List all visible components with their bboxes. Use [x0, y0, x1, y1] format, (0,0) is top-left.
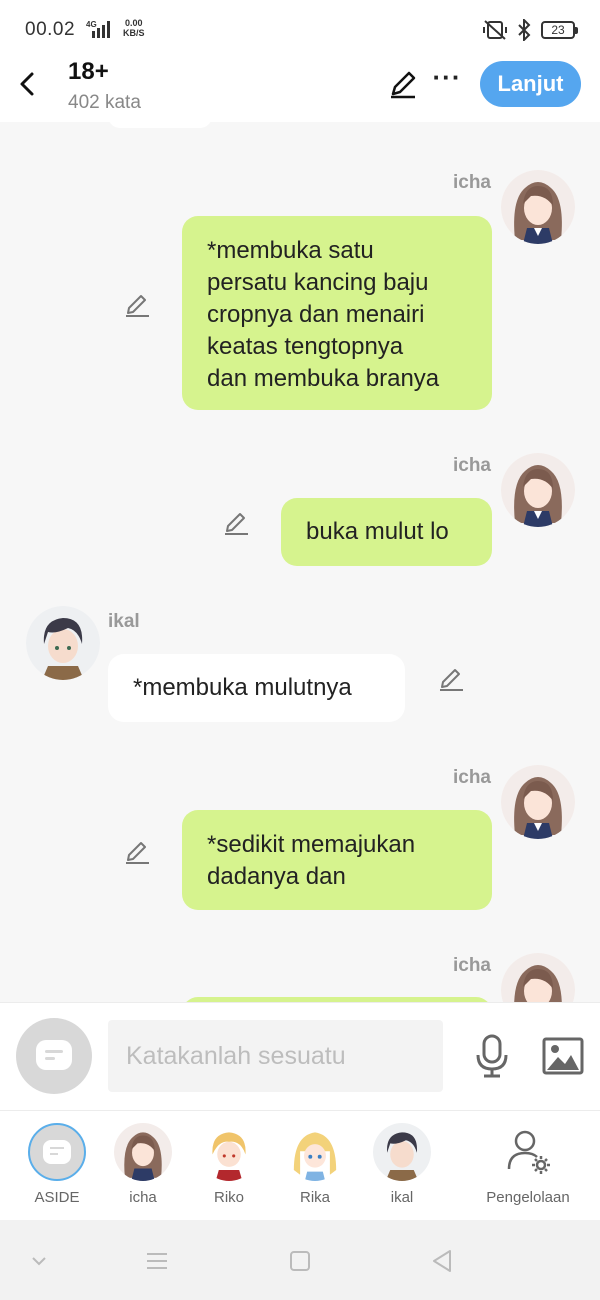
signal-icon: 4G — [86, 20, 110, 38]
character-icha[interactable]: icha — [103, 1123, 183, 1206]
riko-avatar — [200, 1123, 258, 1181]
microphone-icon[interactable] — [474, 1033, 510, 1079]
aside-icon — [28, 1123, 86, 1181]
avatar-icha[interactable] — [501, 765, 575, 839]
message-line: dadanya dan — [207, 863, 346, 890]
character-label: ikal — [390, 1189, 414, 1206]
battery-icon: 23 — [541, 21, 578, 39]
image-icon[interactable] — [542, 1037, 584, 1075]
character-label: Riko — [213, 1189, 244, 1206]
sender-name: icha — [452, 955, 491, 976]
sender-name: icha — [452, 455, 491, 476]
message-line: dan membuka branya — [207, 365, 440, 392]
next-button[interactable]: Lanjut — [480, 61, 581, 107]
message-input[interactable] — [108, 1020, 443, 1092]
status-bar: 00.02 4G 0.00 KB/S 23 — [0, 0, 600, 58]
message-bubble[interactable]: *membuka satu persatu kancing baju cropn… — [182, 216, 492, 410]
avatar-icha[interactable] — [501, 453, 575, 527]
nav-down-icon[interactable] — [24, 1246, 54, 1276]
message-line: *membuka satu — [207, 237, 374, 264]
character-label: Pengelolaan — [486, 1189, 570, 1206]
character-management[interactable]: Pengelolaan — [478, 1123, 578, 1206]
character-label: Rika — [299, 1189, 330, 1206]
message-line: buka mulut lo — [306, 518, 449, 545]
nav-menu-icon[interactable] — [142, 1246, 172, 1276]
edit-message-icon[interactable] — [123, 838, 151, 866]
pencil-icon[interactable] — [387, 68, 419, 100]
message-bubble[interactable]: buka mulut lo — [281, 498, 492, 566]
message-bubble[interactable]: *sedikit memajukan dadanya dan — [182, 810, 492, 910]
message-line: persatu kancing baju — [207, 269, 429, 296]
edit-message-icon[interactable] — [123, 291, 151, 319]
more-icon[interactable]: ··· — [432, 64, 462, 98]
avatar-ikal[interactable] — [26, 606, 100, 680]
nav-home-icon[interactable] — [285, 1246, 315, 1276]
ikal-avatar-image — [26, 606, 100, 680]
character-riko[interactable]: Riko — [189, 1123, 269, 1206]
message-line: *membuka mulutnya — [133, 674, 352, 701]
character-label: icha — [129, 1189, 157, 1206]
system-nav-bar — [0, 1220, 600, 1300]
back-icon[interactable] — [14, 66, 42, 102]
icha-avatar-image — [501, 170, 575, 244]
sender-name: icha — [452, 767, 491, 788]
app-header: 18+ 402 kata ··· Lanjut — [0, 58, 600, 122]
chat-area[interactable]: icha *membuka satu persatu kancing baju … — [0, 122, 600, 1002]
icha-avatar-image — [501, 453, 575, 527]
edit-message-icon[interactable] — [222, 509, 250, 537]
nav-back-icon[interactable] — [428, 1246, 458, 1276]
input-bar — [0, 1002, 600, 1110]
character-ikal[interactable]: ikal — [362, 1123, 442, 1206]
message-line: *sedikit memajukan — [207, 831, 416, 858]
message-line: cropnya dan menairi — [207, 301, 425, 328]
network-type: 4G — [86, 20, 97, 29]
character-label: ASIDE — [34, 1189, 80, 1206]
ikal-avatar — [373, 1123, 431, 1181]
rika-avatar — [286, 1123, 344, 1181]
character-rika[interactable]: Rika — [275, 1123, 355, 1206]
avatar-icha[interactable] — [501, 170, 575, 244]
word-count: 402 kata — [68, 92, 141, 113]
edit-message-icon[interactable] — [437, 665, 465, 693]
sender-name: icha — [452, 172, 491, 193]
character-bar: ASIDE icha Riko Rika ikal Pengelolaan — [0, 1110, 600, 1220]
mute-icon — [483, 20, 507, 40]
character-aside[interactable]: ASIDE — [17, 1123, 97, 1206]
speed-unit: KB/S — [123, 28, 145, 38]
message-bubble-partial — [108, 122, 212, 128]
avatar-icha[interactable] — [501, 953, 575, 1002]
aside-icon[interactable] — [16, 1018, 92, 1094]
icha-avatar-image — [501, 953, 575, 1002]
bluetooth-icon — [518, 19, 531, 41]
network-speed: 0.00 KB/S — [123, 18, 145, 38]
speed-value: 0.00 — [124, 18, 143, 28]
page-title: 18+ — [68, 58, 109, 85]
status-time: 00.02 — [25, 19, 76, 40]
sender-name: ikal — [108, 611, 140, 632]
message-line: keatas tengtopnya — [207, 333, 404, 360]
manage-user-icon — [499, 1123, 557, 1181]
message-bubble[interactable]: *membuka mulutnya — [108, 654, 405, 722]
icha-avatar — [114, 1123, 172, 1181]
icha-avatar-image — [501, 765, 575, 839]
